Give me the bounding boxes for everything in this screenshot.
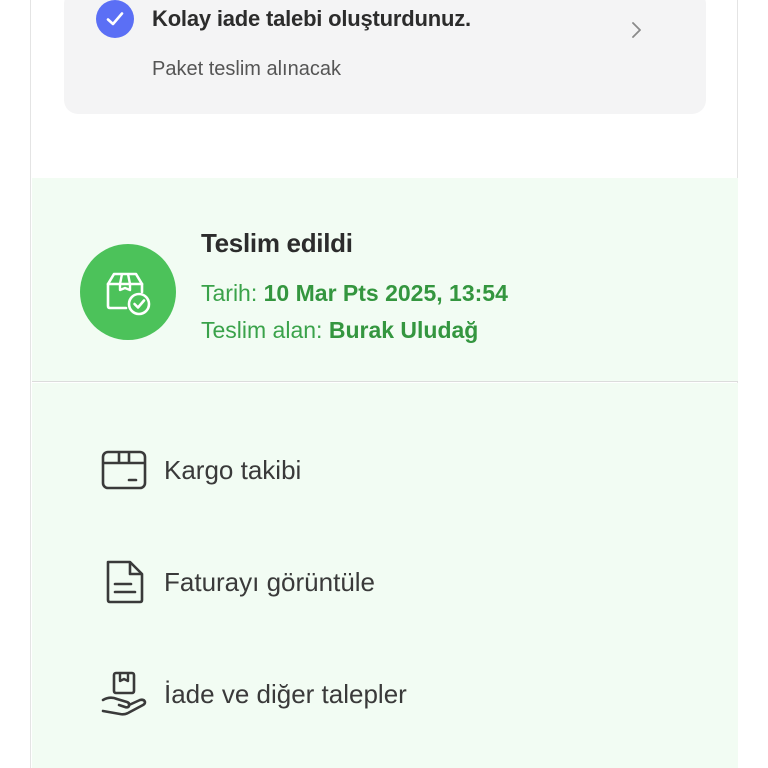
chevron-right-icon <box>626 18 646 42</box>
invoice-icon <box>100 558 148 606</box>
delivery-receiver-value: Burak Uludağ <box>328 317 479 343</box>
cargo-tracking-label: Kargo takibi <box>164 454 302 485</box>
check-icon <box>96 0 134 38</box>
package-delivered-icon <box>80 244 176 340</box>
package-icon <box>100 446 148 494</box>
return-requests-label: İade ve diğer talepler <box>164 678 407 709</box>
return-hand-icon <box>100 670 148 718</box>
return-request-subtitle: Paket teslim alınacak <box>152 58 341 80</box>
delivery-receiver: Teslim alan: Burak Uludağ <box>201 317 478 344</box>
order-actions-list: Kargo takibi Faturayı görüntüle İade ve … <box>32 383 738 768</box>
delivery-status-title: Teslim edildi <box>201 228 353 258</box>
view-invoice-label: Faturayı görüntüle <box>164 566 376 597</box>
order-detail-panel: Kolay iade talebi oluşturdunuz. Paket te… <box>30 0 738 768</box>
delivery-receiver-label: Teslim alan: <box>201 317 329 343</box>
return-requests-button[interactable]: İade ve diğer talepler <box>100 666 680 722</box>
view-invoice-button[interactable]: Faturayı görüntüle <box>100 554 680 610</box>
cargo-tracking-button[interactable]: Kargo takibi <box>100 442 680 498</box>
delivery-date-value: 10 Mar Pts 2025, 13:54 <box>263 280 508 306</box>
return-request-title: Kolay iade talebi oluşturdunuz. <box>152 6 471 31</box>
delivery-status-section: Teslim edildi Tarih: 10 Mar Pts 2025, 13… <box>32 178 738 382</box>
delivery-date: Tarih: 10 Mar Pts 2025, 13:54 <box>201 280 508 307</box>
return-request-card[interactable]: Kolay iade talebi oluşturdunuz. Paket te… <box>64 0 706 114</box>
delivery-date-label: Tarih: <box>201 280 264 306</box>
